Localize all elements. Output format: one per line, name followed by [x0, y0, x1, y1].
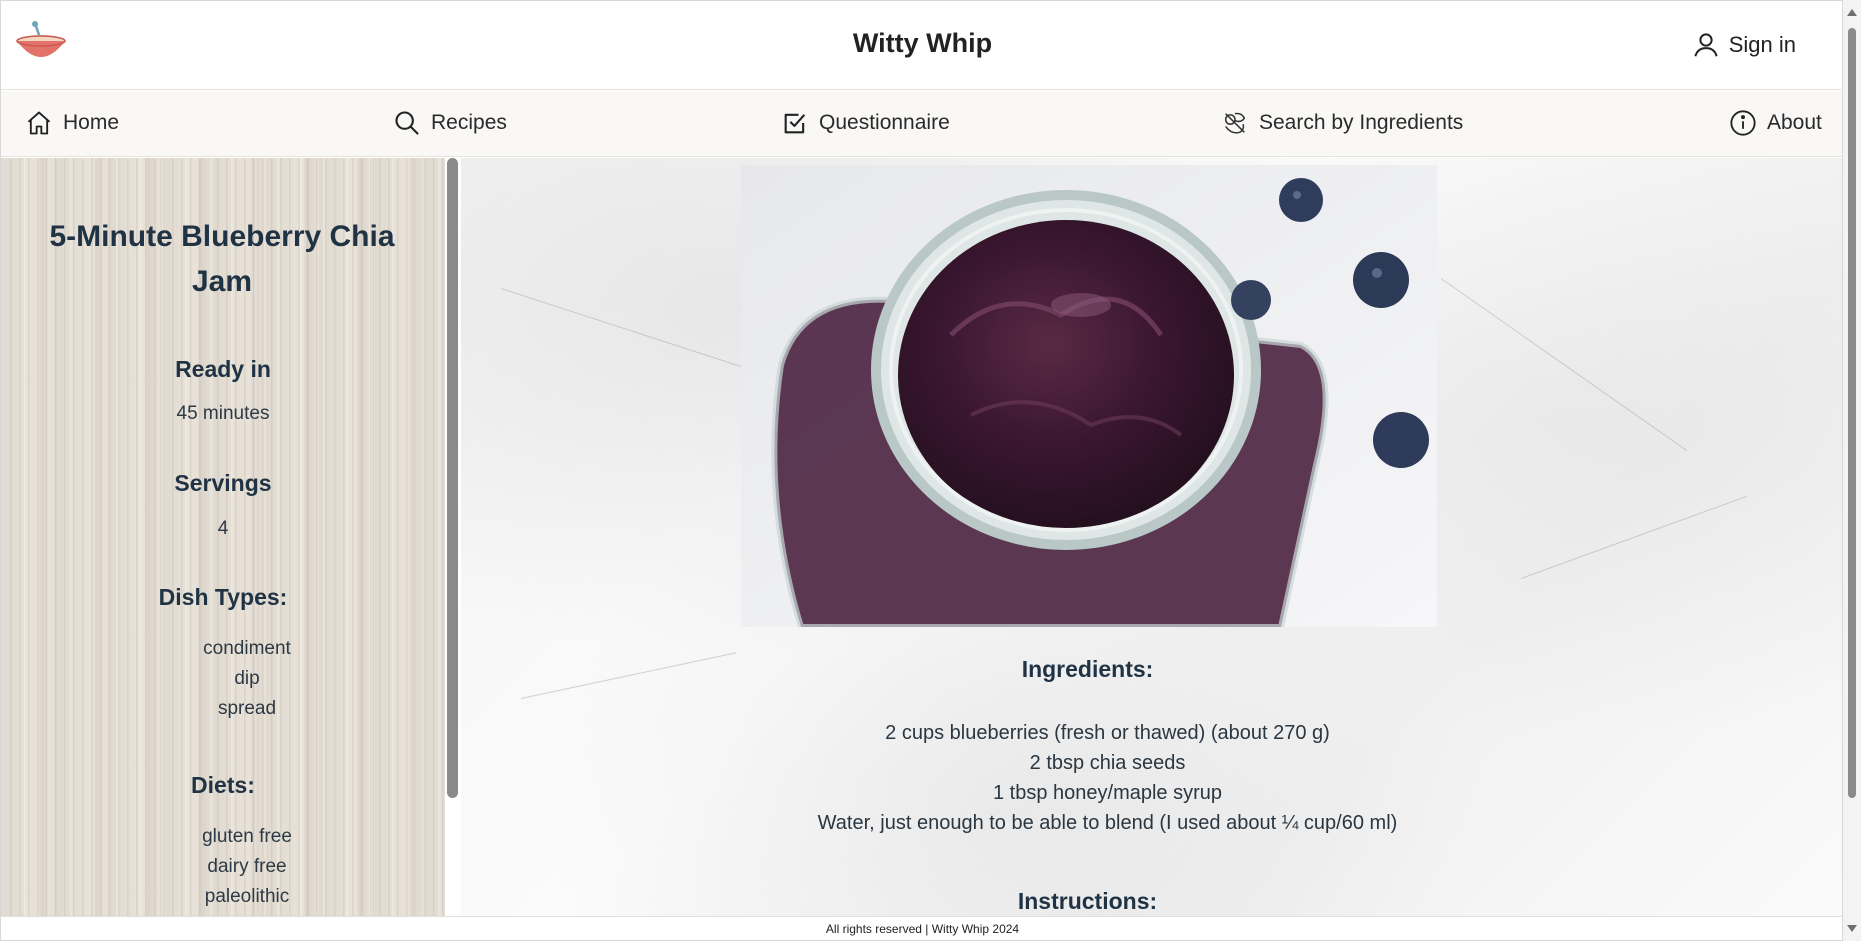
list-item: dairy free [207, 856, 287, 877]
marble-vein [500, 288, 749, 370]
search-icon [395, 111, 419, 135]
diets-heading: Diets: [191, 772, 255, 798]
sidebar-scrollbar[interactable] [447, 158, 458, 798]
list-item: dip [234, 668, 260, 689]
checkbox-icon [784, 113, 806, 134]
recipe-image [741, 165, 1437, 627]
scroll-up-arrow-icon[interactable] [1847, 9, 1857, 16]
scrollbar-thumb[interactable] [1848, 28, 1856, 798]
nav-questionnaire-label: Questionnaire [819, 111, 950, 134]
dish-types-list: condiment dip spread [47, 634, 445, 724]
nav-questionnaire[interactable]: Questionnaire [781, 109, 950, 137]
sign-in-button[interactable]: Sign in [1691, 30, 1796, 60]
recipe-title: 5-Minute Blueberry Chia Jam [49, 220, 395, 298]
instructions-heading: Instructions: [1017, 888, 1158, 914]
dish-types-heading: Dish Types: [158, 584, 288, 610]
nav-home[interactable]: Home [25, 109, 119, 137]
page-scrollbar[interactable] [1843, 0, 1861, 941]
home-icon [27, 111, 51, 135]
info-icon [1730, 110, 1756, 136]
list-item: 2 tbsp chia seeds [1029, 752, 1186, 774]
servings-heading: Servings [174, 470, 272, 496]
app-window: Witty Whip Sign in Home Recipes Question… [0, 0, 1843, 941]
nav-about-label: About [1767, 111, 1822, 134]
list-item: Water, just enough to be able to blend (… [817, 812, 1398, 834]
top-header: Witty Whip Sign in [1, 1, 1842, 90]
ingredients-icon [1224, 112, 1246, 134]
ingredients-heading: Ingredients: [1021, 656, 1154, 682]
list-item: spread [217, 698, 277, 719]
nav-search-by-ingredients[interactable]: Search by Ingredients [1221, 109, 1463, 137]
nav-home-label: Home [63, 111, 120, 134]
nav-recipes-label: Recipes [431, 111, 507, 134]
sign-in-label: Sign in [1728, 32, 1796, 57]
ready-in-value: 45 minutes [176, 403, 270, 424]
list-item: paleolithic [204, 886, 290, 907]
ingredients-list: 2 cups blueberries (fresh or thawed) (ab… [461, 718, 1754, 838]
user-icon [1694, 33, 1718, 57]
scroll-down-arrow-icon[interactable] [1847, 925, 1857, 932]
brand-title[interactable]: Witty Whip [1, 28, 1842, 59]
nav-search-by-ingredients-label: Search by Ingredients [1259, 111, 1464, 134]
list-item: 2 cups blueberries (fresh or thawed) (ab… [885, 722, 1330, 744]
list-item: gluten free [202, 826, 292, 847]
nav-about[interactable]: About [1729, 109, 1822, 137]
nav-recipes[interactable]: Recipes [393, 109, 507, 137]
marble-vein [1440, 278, 1688, 451]
main-nav: Home Recipes Questionnaire Search by Ing… [1, 91, 1842, 157]
recipe-sidebar: 5-Minute Blueberry Chia Jam Ready in 45 … [1, 158, 445, 916]
marble-vein [1520, 495, 1747, 579]
list-item: condiment [203, 638, 291, 659]
servings-value: 4 [217, 518, 229, 539]
diets-list: gluten free dairy free paleolithic [47, 822, 445, 912]
ready-in-heading: Ready in [175, 356, 271, 382]
recipe-content: Ingredients: 2 cups blueberries (fresh o… [461, 158, 1842, 916]
list-item: 1 tbsp honey/maple syrup [992, 782, 1223, 804]
page-footer: All rights reserved | Witty Whip 2024 [1, 916, 1842, 940]
